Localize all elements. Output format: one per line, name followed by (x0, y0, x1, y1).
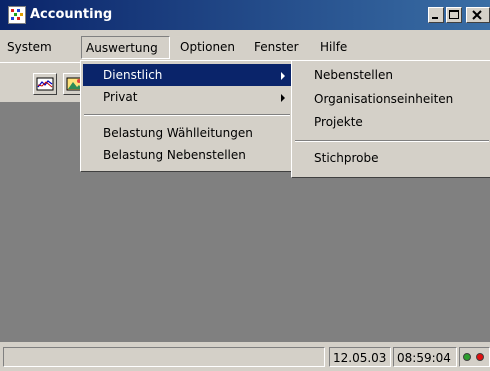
application-window: Accounting System Auswertung Optionen Fe… (0, 0, 490, 371)
chart-button[interactable] (33, 73, 57, 95)
minimize-icon (432, 17, 438, 19)
menu-item-dienstlich[interactable]: Dienstlich (83, 64, 291, 86)
status-date: 12.05.03 (329, 347, 391, 367)
menu-item-organisationseinheiten[interactable]: Organisationseinheiten (294, 88, 490, 110)
close-button[interactable] (466, 7, 490, 23)
auswertung-menu: Dienstlich Privat Belastung Wählleitunge… (80, 60, 294, 172)
menu-item-belastung-waehlleitungen[interactable]: Belastung Wählleitungen (83, 122, 291, 144)
maximize-button[interactable] (446, 7, 462, 23)
status-indicators (459, 347, 490, 367)
accounting-app-icon[interactable] (8, 6, 26, 24)
window-title: Accounting (30, 7, 113, 22)
menu-separator (84, 114, 290, 116)
submenu-arrow-icon (281, 72, 285, 80)
maximize-icon (449, 10, 459, 19)
minimize-button[interactable] (428, 7, 444, 23)
title-bar[interactable]: Accounting (0, 0, 490, 30)
menu-hilfe[interactable]: Hilfe (316, 36, 351, 59)
menu-item-privat[interactable]: Privat (83, 86, 291, 108)
menu-item-stichprobe[interactable]: Stichprobe (294, 147, 490, 169)
menu-fenster[interactable]: Fenster (250, 36, 303, 59)
status-bar: 12.05.03 08:59:04 (0, 343, 490, 371)
menu-separator (295, 140, 489, 142)
menu-auswertung[interactable]: Auswertung (81, 36, 170, 59)
submenu-arrow-icon (281, 94, 285, 102)
menu-bar: System Auswertung Optionen Fenster Hilfe (0, 35, 490, 60)
line-chart-icon (36, 77, 54, 91)
menu-item-label: Privat (103, 90, 138, 104)
close-icon (472, 10, 482, 20)
menu-system[interactable]: System (3, 36, 56, 59)
menu-item-label: Dienstlich (103, 68, 163, 82)
menu-item-nebenstellen[interactable]: Nebenstellen (294, 64, 490, 86)
status-time: 08:59:04 (393, 347, 457, 367)
dienstlich-submenu: Nebenstellen Organisationseinheiten Proj… (291, 60, 490, 178)
red-status-indicator-icon (476, 353, 484, 361)
green-status-indicator-icon (463, 353, 471, 361)
menu-optionen[interactable]: Optionen (176, 36, 239, 59)
menu-item-projekte[interactable]: Projekte (294, 111, 490, 133)
status-panel-message (3, 347, 325, 367)
menu-item-belastung-nebenstellen[interactable]: Belastung Nebenstellen (83, 144, 291, 166)
